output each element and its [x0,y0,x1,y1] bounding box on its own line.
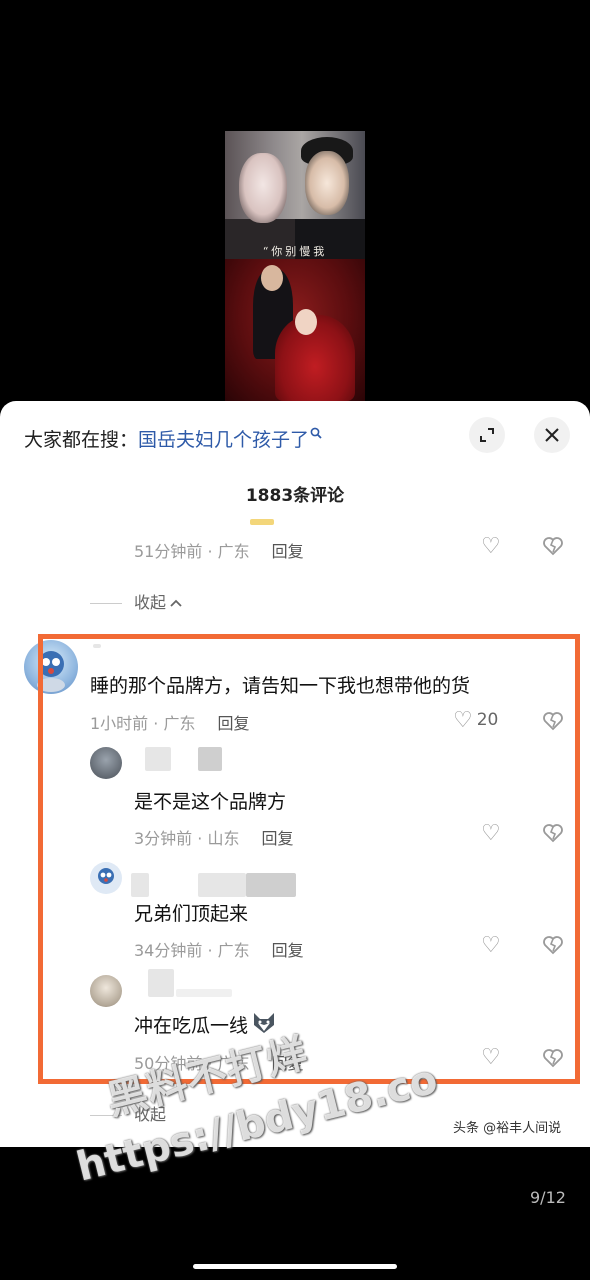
post-photo[interactable]: “你别慢我 [225,131,365,401]
cut-off-emoji [250,519,274,525]
prev-reply-meta: 51分钟前 · 广东 回复 [134,538,304,562]
home-indicator[interactable] [193,1264,397,1269]
collapse-label: 收起 [134,593,167,612]
search-suggestion[interactable]: 大家都在搜：国岳夫妇几个孩子了 [24,425,323,452]
expand-icon [480,428,494,442]
reply-button[interactable]: 回复 [272,542,304,561]
dislike-icon[interactable] [542,535,564,557]
highlight-box [38,634,580,1084]
chevron-up-icon [170,599,182,607]
source-watermark: 头条 @裕丰人间说 [453,1121,562,1136]
expand-button[interactable] [469,417,505,453]
like-button[interactable]: ♡ [481,536,501,558]
heart-icon: ♡ [481,534,501,559]
comment-time: 51分钟前 · 广东 [134,542,250,561]
search-icon [310,427,322,439]
photo-caption: “你别慢我 [262,245,328,258]
photo-bottom-panel [225,259,365,401]
collapse-replies-button[interactable]: 收起 [90,589,183,613]
close-button[interactable] [534,417,570,453]
page-indicator: 9/12 [530,1188,566,1207]
search-prefix: 大家都在搜： [24,429,139,451]
comment-count: 1883条评论 [245,486,345,506]
search-term-link[interactable]: 国岳夫妇几个孩子了 [138,429,309,451]
photo-top-panel: “你别慢我 [225,131,365,259]
close-icon [545,428,559,442]
